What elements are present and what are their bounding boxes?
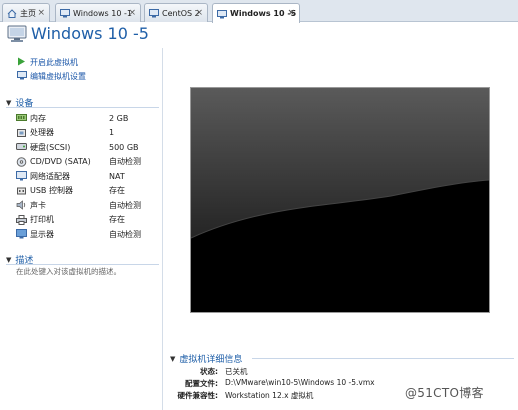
device-name: CD/DVD (SATA)	[30, 157, 91, 166]
detail-key: 配置文件:	[185, 379, 218, 388]
tab-home[interactable]: 主页 ×	[2, 3, 50, 22]
printer-icon	[16, 214, 27, 225]
description-placeholder[interactable]: 在此处键入对该虚拟机的描述。	[16, 266, 121, 277]
panel-divider	[162, 48, 163, 410]
detail-key: 状态:	[200, 367, 218, 376]
cpu-icon	[16, 128, 27, 138]
tab-windows-10-5[interactable]: Windows 10 -5 ×	[212, 3, 300, 23]
detail-key: 硬件兼容性:	[177, 391, 219, 400]
detail-value: 已关机	[225, 367, 248, 376]
device-value: 500 GB	[109, 142, 139, 152]
device-value: 1	[109, 128, 115, 137]
collapse-arrow-icon: ▼	[170, 354, 176, 363]
power-on-label: 开启此虚拟机	[30, 57, 78, 67]
detail-value: Workstation 12.x 虚拟机	[225, 391, 314, 400]
device-value: 自动检测	[109, 229, 141, 239]
collapse-arrow-icon: ▼	[6, 98, 12, 107]
device-value: 存在	[109, 215, 125, 224]
details-section-title: 虚拟机详细信息	[179, 355, 243, 365]
device-row[interactable]: 显示器 自动检测	[16, 227, 161, 241]
vm-screen-preview[interactable]	[190, 87, 490, 313]
device-value: 2 GB	[109, 113, 129, 123]
collapse-arrow-icon: ▼	[6, 255, 12, 264]
device-value: NAT	[109, 171, 125, 181]
device-name: 处理器	[30, 128, 54, 137]
device-row[interactable]: 处理器 1	[16, 126, 161, 140]
vm-icon	[7, 25, 27, 45]
device-row[interactable]: 硬盘(SCSI) 500 GB	[16, 140, 161, 154]
details-section-header[interactable]: ▼ 虚拟机详细信息	[170, 352, 243, 366]
cd-dvd-icon	[16, 156, 27, 167]
home-icon	[7, 9, 17, 18]
tab-windows-10-1[interactable]: Windows 10 -1 ×	[55, 3, 141, 22]
divider	[252, 358, 514, 359]
device-name: 网络适配器	[30, 171, 70, 181]
tab-label: Windows 10 -5	[230, 9, 297, 18]
device-name: USB 控制器	[30, 186, 73, 195]
device-name: 声卡	[30, 200, 46, 210]
tab-label: CentOS 2	[162, 8, 200, 18]
power-on-button[interactable]: 开启此虚拟机	[17, 55, 86, 69]
device-name: 打印机	[30, 215, 54, 224]
tab-label: Windows 10 -1	[73, 8, 132, 18]
close-icon[interactable]: ×	[287, 8, 295, 18]
vm-icon	[60, 9, 70, 18]
memory-icon	[16, 113, 27, 123]
device-name: 硬盘(SCSI)	[30, 142, 71, 152]
edit-settings-button[interactable]: 编辑虚拟机设置	[17, 69, 86, 83]
screen-thumbnail-graphic	[191, 88, 489, 312]
network-adapter-icon	[16, 171, 27, 181]
monitor-icon	[16, 229, 27, 239]
device-name: 显示器	[30, 229, 54, 239]
divider	[6, 107, 159, 108]
device-row[interactable]: CD/DVD (SATA) 自动检测	[16, 155, 161, 169]
device-row[interactable]: 网络适配器 NAT	[16, 169, 161, 183]
vm-header: Windows 10 -5	[0, 22, 518, 48]
device-row[interactable]: 声卡 自动检测	[16, 198, 161, 212]
usb-icon	[16, 186, 27, 196]
close-icon[interactable]: ×	[128, 8, 136, 18]
tab-centos-2[interactable]: CentOS 2 ×	[144, 3, 208, 22]
device-value: 存在	[109, 186, 125, 195]
device-row[interactable]: 内存 2 GB	[16, 111, 161, 125]
harddisk-icon	[16, 142, 27, 152]
detail-value: D:\VMware\win10-5\Windows 10 -5.vmx	[225, 378, 375, 387]
watermark: @51CTO博客	[405, 386, 484, 400]
device-value: 自动检测	[109, 157, 141, 166]
sound-card-icon	[16, 200, 27, 210]
edit-settings-label: 编辑虚拟机设置	[30, 71, 86, 81]
edit-settings-icon	[17, 70, 28, 82]
tab-bar: 主页 × Windows 10 -1 × CentOS 2 × Windows …	[0, 0, 518, 23]
device-row[interactable]: USB 控制器 存在	[16, 184, 161, 198]
divider	[6, 264, 159, 265]
play-icon	[17, 57, 28, 68]
vm-icon	[217, 9, 227, 18]
vm-icon	[149, 9, 159, 18]
device-name: 内存	[30, 113, 46, 123]
detail-row-status: 状态: 已关机	[166, 366, 506, 378]
device-row[interactable]: 打印机 存在	[16, 213, 161, 227]
tab-label: 主页	[20, 8, 36, 18]
close-icon[interactable]: ×	[37, 8, 45, 18]
device-value: 自动检测	[109, 200, 141, 210]
vm-actions: 开启此虚拟机 编辑虚拟机设置	[17, 55, 86, 83]
close-icon[interactable]: ×	[195, 8, 203, 18]
page-title: Windows 10 -5	[31, 24, 149, 43]
